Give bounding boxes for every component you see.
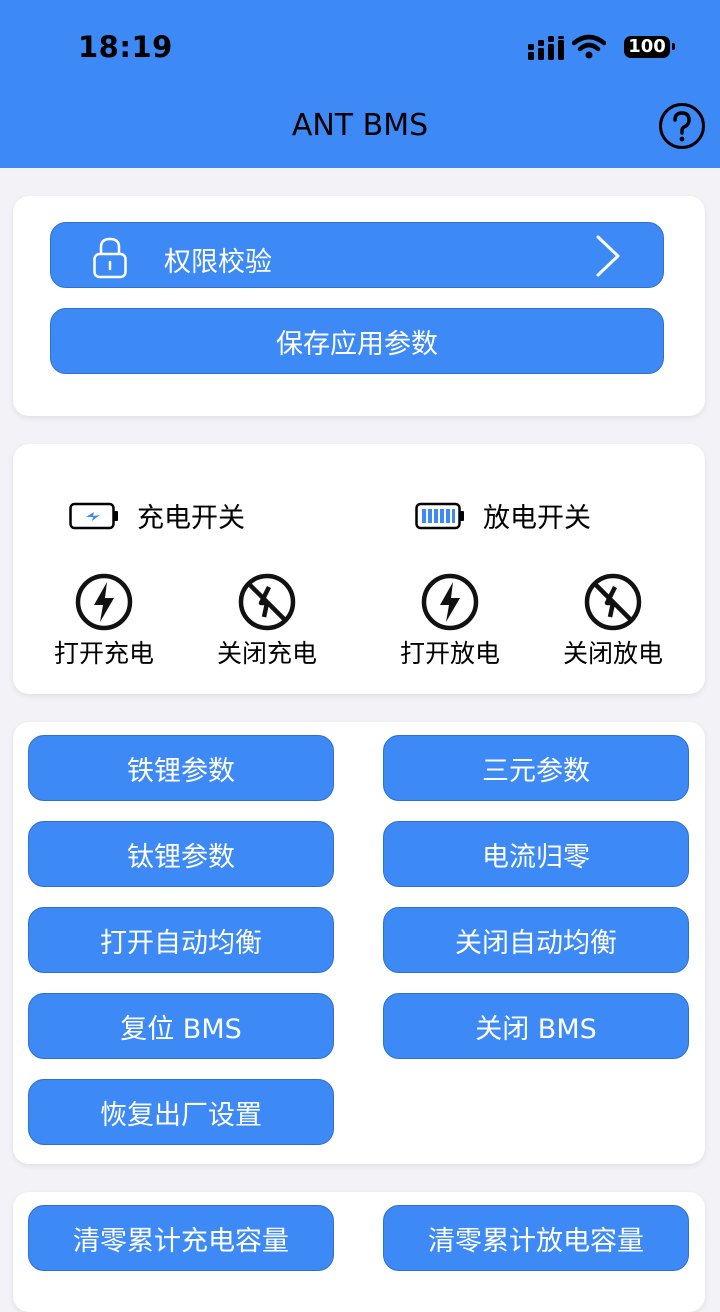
current-zero-button[interactable]: 电流归零 [383,821,689,887]
lto-params-button[interactable]: 钛锂参数 [28,821,334,887]
close-bms-button[interactable]: 关闭 BMS [383,993,689,1059]
open-discharge-button[interactable]: 打开放电 [380,572,520,670]
battery-icon: 100 [624,36,670,58]
status-time: 18:19 [78,30,173,64]
open-charge-label: 打开充电 [53,639,154,668]
power-off-icon [584,573,642,631]
power-on-icon [421,573,479,631]
factory-reset-button[interactable]: 恢复出厂设置 [28,1079,334,1145]
discharge-switch-label: 放电开关 [483,503,591,534]
save-params-button[interactable]: 保存应用参数 [50,308,664,374]
close-discharge-button[interactable]: 关闭放电 [543,572,683,670]
open-auto-balance-button[interactable]: 打开自动均衡 [28,907,334,973]
ternary-params-button[interactable]: 三元参数 [383,735,689,801]
reset-bms-button[interactable]: 复位 BMS [28,993,334,1059]
power-off-icon [238,573,296,631]
chevron-right-icon [596,235,620,277]
auth-button[interactable]: 权限校验 [50,222,664,288]
help-icon[interactable] [658,102,706,150]
close-discharge-label: 关闭放电 [562,639,663,668]
charge-switch-header: 充电开关 [69,496,245,535]
power-on-icon [75,573,133,631]
auth-label: 权限校验 [164,247,272,278]
clear-card: 清零累计充电容量 清零累计放电容量 [13,1192,705,1312]
wifi-icon [572,34,606,59]
switch-card: 充电开关 放电开关 打开充电 关闭充电 打开放电 关闭放电 [13,444,705,694]
battery-level: 100 [628,36,666,57]
close-charge-label: 关闭充电 [216,639,317,668]
header: 18:19 100 ANT BMS [0,0,720,168]
signal-icon [528,36,564,60]
open-discharge-label: 打开放电 [399,639,500,668]
discharge-switch-header: 放电开关 [415,496,591,535]
close-charge-button[interactable]: 关闭充电 [197,572,337,670]
command-card: 铁锂参数 三元参数 钛锂参数 电流归零 打开自动均衡 关闭自动均衡 复位 BMS… [13,722,705,1164]
battery-full-icon [415,502,465,530]
close-auto-balance-button[interactable]: 关闭自动均衡 [383,907,689,973]
lock-icon [93,237,127,279]
auth-card: 权限校验 保存应用参数 [13,196,705,416]
charge-switch-label: 充电开关 [137,503,245,534]
clear-discharge-capacity-button[interactable]: 清零累计放电容量 [383,1205,689,1271]
battery-charging-icon [69,502,119,530]
lifepo4-params-button[interactable]: 铁锂参数 [28,735,334,801]
clear-charge-capacity-button[interactable]: 清零累计充电容量 [28,1205,334,1271]
page-title: ANT BMS [291,108,429,143]
battery-nub [672,43,675,50]
open-charge-button[interactable]: 打开充电 [34,572,174,670]
